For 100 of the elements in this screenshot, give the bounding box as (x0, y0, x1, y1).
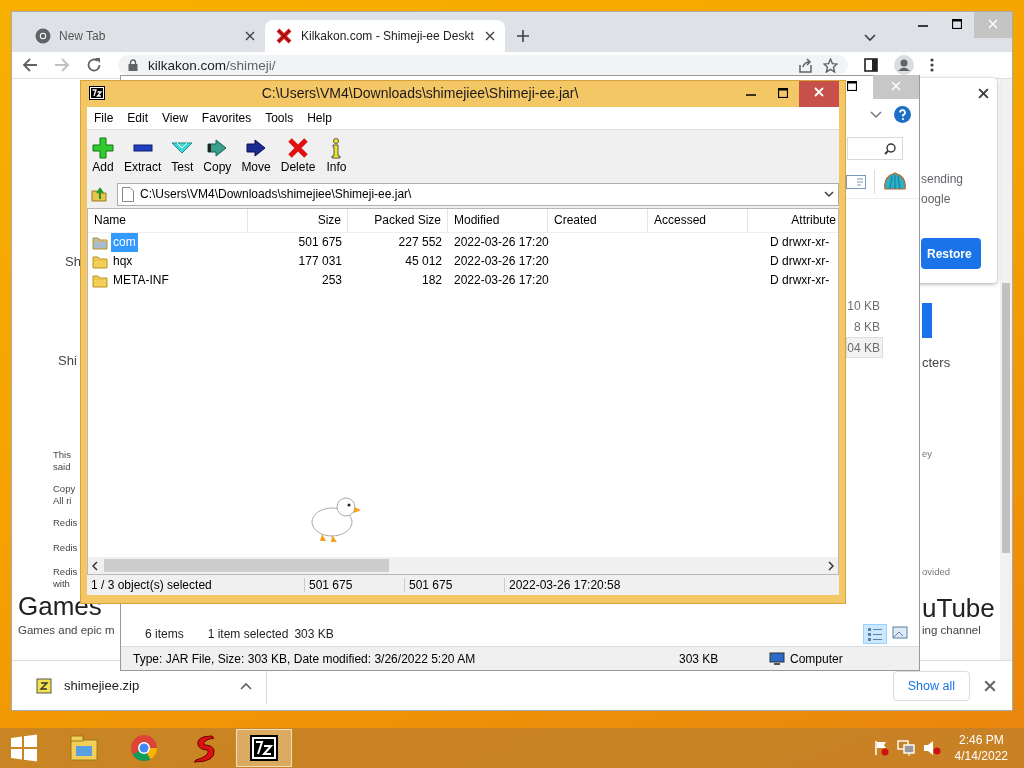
maximize-icon[interactable] (847, 81, 857, 91)
more-icon[interactable] (930, 58, 934, 72)
column-header[interactable]: Created (548, 209, 648, 232)
column-header[interactable]: Accessed (648, 209, 748, 232)
toolbar-button[interactable]: Info (321, 136, 352, 174)
document-icon (122, 186, 134, 202)
folder-icon (92, 234, 108, 251)
archive-app-icon (89, 86, 105, 100)
column-header[interactable]: Modified (448, 209, 548, 232)
chevron-right-icon[interactable] (828, 560, 834, 571)
toolbar-button[interactable]: Test (167, 136, 198, 174)
status-text: 501 675 (304, 578, 404, 592)
large-icons-view-icon[interactable] (891, 624, 909, 642)
page-text: All ri (53, 495, 72, 508)
search-icon (884, 142, 896, 155)
details-view-icon[interactable] (863, 624, 887, 644)
zip-file-icon (36, 677, 52, 694)
toolbar-button[interactable]: Delete (276, 136, 320, 174)
browser-tab[interactable]: Kilkakon.com - Shimeji-ee Deskt (265, 20, 505, 52)
location-text: Computer (790, 651, 843, 666)
close-icon[interactable] (978, 88, 989, 99)
taskbar-button[interactable] (236, 729, 292, 767)
status-text: 501 675 (404, 578, 504, 592)
item-count: 6 items (145, 627, 184, 641)
close-icon[interactable] (984, 679, 996, 692)
page-text: Copy (53, 483, 76, 495)
shell-icon[interactable] (883, 171, 907, 193)
show-all-button[interactable]: Show all (892, 670, 970, 701)
toolbar-button[interactable]: Move (237, 136, 275, 174)
file-name[interactable]: hqx (111, 252, 135, 271)
size-value: 8 KB (853, 319, 881, 336)
delete-icon (287, 136, 310, 159)
page-text: ey (922, 448, 933, 461)
arrow-right-icon (245, 136, 268, 159)
x-favicon-icon (275, 27, 293, 45)
page-text: said (53, 461, 71, 474)
scrollbar[interactable] (1000, 79, 1012, 660)
close-icon[interactable] (485, 31, 495, 41)
folder-up-icon[interactable] (91, 186, 107, 202)
table-cell-text: D drwxr-xr- (769, 234, 831, 251)
path-field[interactable]: C:\Users\VM4\Downloads\shimejiee\Shimeji-ee.jar\ (117, 182, 839, 206)
chevron-down-icon[interactable] (824, 191, 834, 197)
size-value: 04 KB (846, 337, 883, 358)
column-header[interactable]: Size (248, 209, 348, 232)
menu-item[interactable]: Tools (258, 111, 301, 125)
page-text: Redis (53, 517, 78, 530)
restore-button[interactable]: Restore (921, 238, 981, 269)
maximize-icon[interactable] (952, 19, 962, 29)
file-name[interactable]: META-INF (111, 271, 171, 290)
avatar-icon[interactable] (894, 55, 914, 75)
table-cell-text: D drwxr-xr- (769, 272, 831, 289)
table-cell-text: 2022-03-26 17:20 (453, 253, 548, 270)
chrome-logo-icon (35, 28, 51, 44)
browser-tab[interactable]: New Tab (25, 20, 265, 52)
table-cell-text: 253 (320, 272, 343, 289)
horizontal-scrollbar[interactable] (88, 557, 838, 574)
share-icon[interactable] (798, 57, 813, 73)
page-text: with (53, 578, 70, 591)
chevron-down-icon[interactable] (864, 34, 876, 42)
toolbar-button[interactable]: Copy (199, 136, 236, 174)
help-icon[interactable] (894, 106, 911, 123)
page-text: This (53, 449, 71, 461)
toolbar-button[interactable]: Extract (120, 136, 166, 174)
menu-item[interactable]: Help (300, 111, 339, 125)
status-text: 2022-03-26 17:20:58 (504, 578, 839, 592)
url-text[interactable]: kilkakon.com/shimeji/ (148, 57, 276, 73)
address-bar[interactable]: kilkakon.com/shimeji/ (118, 55, 848, 75)
folder-icon (92, 272, 108, 289)
chrome-icon (128, 732, 160, 764)
file-details: Type: JAR File, Size: 303 KB, Date modified: 3/26/2022 5:20 AM (133, 651, 477, 666)
popup-text: oogle (921, 191, 952, 208)
chevron-left-icon[interactable] (92, 560, 98, 571)
menu-item[interactable]: Favorites (194, 111, 259, 125)
table-cell-text: D drwxr-xr- (769, 253, 831, 270)
caret-up-icon[interactable] (240, 681, 252, 690)
windows-start-icon[interactable] (10, 734, 38, 762)
side-panel-icon[interactable] (864, 58, 878, 72)
file-explorer-icon (68, 732, 100, 764)
menu-item[interactable]: View (155, 111, 195, 125)
page-text: Redis (53, 566, 78, 578)
plus-icon[interactable] (517, 30, 529, 42)
toolbar-button[interactable]: Add (88, 136, 118, 174)
menu-item[interactable]: Edit (120, 111, 156, 125)
flag-icon[interactable] (872, 740, 889, 756)
maximize-icon[interactable] (778, 88, 788, 98)
close-icon[interactable] (245, 31, 255, 41)
reload-icon[interactable] (86, 57, 102, 73)
table-cell-text: 45 012 (404, 253, 443, 270)
preview-pane-icon[interactable] (846, 175, 866, 189)
menu-item[interactable]: File (87, 111, 121, 125)
page-text: cters (922, 355, 951, 372)
column-header[interactable]: Name (88, 209, 248, 232)
network-icon[interactable] (896, 740, 915, 756)
column-header[interactable]: Packed Size (348, 209, 448, 232)
plus-icon (92, 136, 114, 159)
column-header[interactable]: Attribute (748, 209, 838, 232)
star-icon[interactable] (823, 57, 838, 73)
back-icon[interactable] (22, 57, 38, 73)
speaker-muted-icon[interactable] (922, 740, 941, 756)
search-field[interactable] (847, 137, 903, 160)
